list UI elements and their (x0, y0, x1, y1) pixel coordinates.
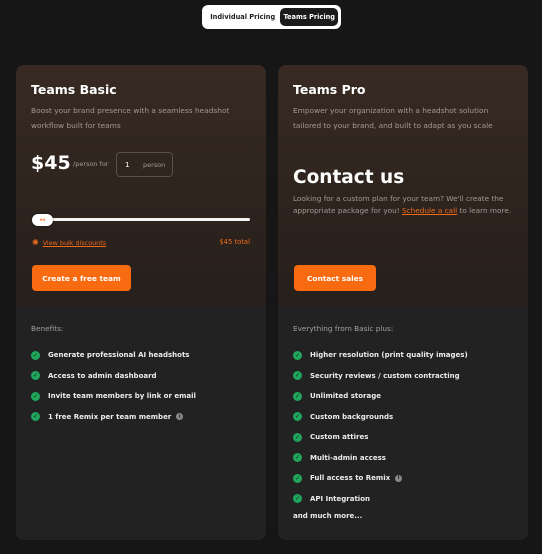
info-icon[interactable]: i (176, 413, 184, 421)
check-circle-icon: ✓ (293, 432, 302, 442)
list-item: ✓ Unlimited storage (293, 386, 468, 407)
list-item: ✓ Custom attires (293, 427, 468, 448)
benefits-label: Benefits: (31, 324, 64, 333)
plan-description: Boost your brand presence with a seamles… (31, 106, 230, 130)
info-icon[interactable]: i (395, 474, 403, 482)
list-item: ✓ 1 free Remix per team member i (31, 407, 196, 428)
teams-pro-card: Teams Pro Empower your organization with… (278, 65, 528, 540)
list-item: ✓ Multi-admin access (293, 448, 468, 469)
check-circle-icon: ✓ (293, 412, 302, 422)
feature-label: Generate professional AI headshots (48, 351, 190, 360)
feature-label: Custom attires (310, 433, 369, 442)
feature-label: Custom backgrounds (310, 412, 394, 421)
list-item: ✓ Custom backgrounds (293, 407, 468, 428)
contact-sales-button[interactable]: Contact sales (294, 265, 376, 291)
feature-label: Access to admin dashboard (48, 371, 157, 380)
list-item: ✓ Invite team members by link or email (31, 386, 196, 407)
team-size-value[interactable]: 1 (125, 160, 143, 169)
check-circle-icon: ✓ (293, 453, 302, 463)
bulk-discounts: ✺ View bulk discounts (32, 238, 106, 247)
team-size-input[interactable]: 1 person (116, 152, 173, 177)
check-circle-icon: ✓ (31, 371, 40, 381)
badge-percent-icon: ✺ (32, 238, 39, 247)
plan-title: Teams Pro (293, 82, 366, 97)
feature-label: Higher resolution (print quality images) (310, 351, 468, 360)
list-item: ✓ Generate professional AI headshots (31, 345, 196, 366)
check-circle-icon: ✓ (293, 350, 302, 360)
feature-label: Unlimited storage (310, 392, 381, 401)
per-person-label: /person for (73, 160, 109, 168)
list-item: ✓ Security reviews / custom contracting (293, 366, 468, 387)
list-item: ✓ API Integration (293, 489, 468, 510)
check-circle-icon: ✓ (31, 350, 40, 360)
check-circle-icon: ✓ (31, 412, 40, 422)
view-bulk-discounts-link[interactable]: View bulk discounts (43, 239, 106, 247)
list-item: ✓ Full access to Remix i (293, 468, 468, 489)
contact-text: to learn more. (457, 206, 512, 215)
feature-label: Full access to Remix (310, 474, 391, 483)
price-total: $45 total (219, 238, 250, 246)
contact-description: Looking for a custom plan for your team?… (293, 193, 518, 217)
pricing-toggle: Individual Pricing Teams Pricing (202, 5, 341, 29)
tab-teams-pricing[interactable]: Teams Pricing (280, 8, 338, 26)
create-free-team-button[interactable]: Create a free team (32, 265, 131, 291)
check-circle-icon: ✓ (293, 494, 302, 504)
schedule-call-link[interactable]: Schedule a call (402, 206, 457, 215)
plan-price: $45 (31, 152, 71, 174)
teams-basic-card: Teams Basic Boost your brand presence wi… (16, 65, 266, 540)
check-circle-icon: ✓ (293, 391, 302, 401)
and-more-text: and much more... (293, 512, 363, 520)
feature-label: 1 free Remix per team member (48, 412, 172, 421)
check-circle-icon: ✓ (293, 371, 302, 381)
plan-title: Teams Basic (31, 82, 117, 97)
list-item: ✓ Higher resolution (print quality image… (293, 345, 468, 366)
feature-list: ✓ Generate professional AI headshots ✓ A… (31, 345, 196, 427)
feature-list: ✓ Higher resolution (print quality image… (293, 345, 468, 509)
team-size-unit: person (143, 160, 166, 169)
feature-label: Multi-admin access (310, 453, 386, 462)
check-circle-icon: ✓ (31, 391, 40, 401)
list-item: ✓ Access to admin dashboard (31, 366, 196, 387)
team-size-slider-track[interactable] (33, 218, 250, 221)
team-size-slider-handle[interactable]: ↔ (32, 214, 53, 226)
check-circle-icon: ✓ (293, 473, 302, 483)
tab-individual-pricing[interactable]: Individual Pricing (205, 8, 280, 26)
benefits-label: Everything from Basic plus: (293, 324, 394, 333)
contact-us-heading: Contact us (293, 167, 405, 188)
plan-description: Empower your organization with a headsho… (293, 106, 493, 130)
feature-label: Invite team members by link or email (48, 392, 196, 401)
arrows-left-right-icon: ↔ (39, 216, 46, 224)
feature-label: API Integration (310, 494, 370, 503)
feature-label: Security reviews / custom contracting (310, 371, 460, 380)
